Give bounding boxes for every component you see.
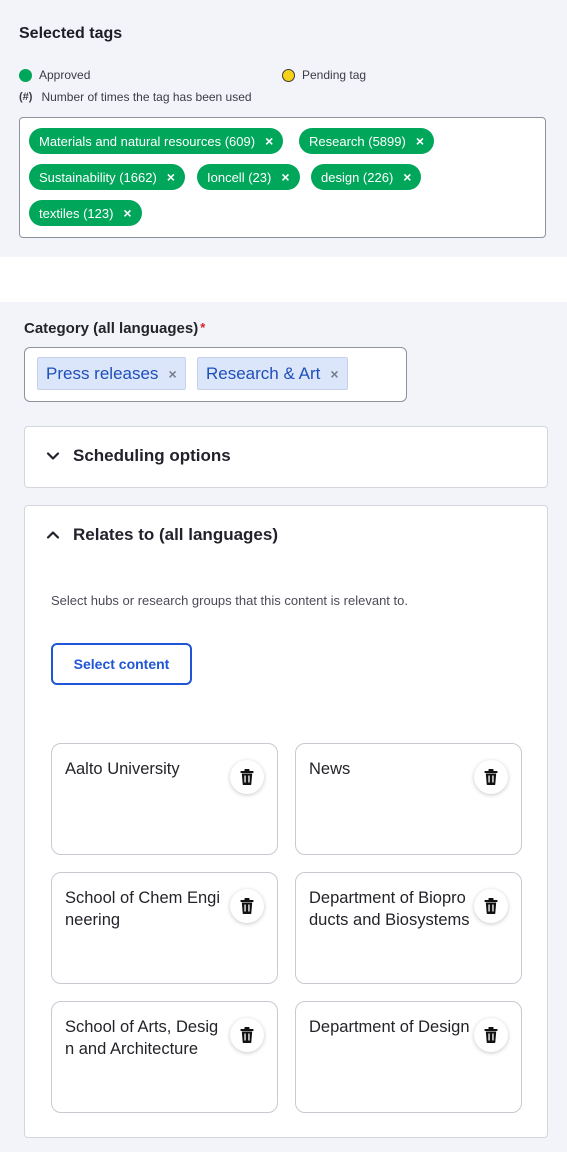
related-item-label: School of Arts, Design and Architecture — [65, 1018, 219, 1058]
close-icon[interactable]: × — [168, 366, 176, 382]
relates-to-section: Relates to (all languages) Select hubs o… — [24, 505, 548, 1138]
tag-chip: textiles (123) × — [29, 200, 142, 226]
close-icon[interactable]: × — [403, 170, 411, 184]
related-item-label: Department of Design — [309, 1018, 470, 1036]
selected-tags-title: Selected tags — [19, 25, 123, 42]
tag-label: Ioncell (23) — [207, 169, 272, 185]
selected-tags-box[interactable]: Materials and natural resources (609) × … — [19, 117, 546, 238]
select-content-button[interactable]: Select content — [51, 643, 192, 685]
tag-label: Research (5899) — [309, 133, 406, 149]
close-icon[interactable]: × — [330, 366, 338, 382]
related-item-label: Department of Bioproducts and Biosystems — [309, 889, 470, 929]
relates-to-title: Relates to (all languages) — [73, 525, 278, 544]
tag-label: textiles (123) — [39, 205, 114, 221]
trash-icon — [484, 769, 498, 785]
close-icon[interactable]: × — [123, 206, 131, 220]
category-chip: Research & Art × — [197, 357, 348, 390]
close-icon[interactable]: × — [167, 170, 175, 184]
scheduling-options-title: Scheduling options — [73, 446, 231, 465]
delete-button[interactable] — [474, 760, 508, 794]
tag-label: design (226) — [321, 169, 394, 185]
trash-icon — [240, 769, 254, 785]
category-label: Category (all languages) * — [24, 320, 205, 337]
relates-to-toggle[interactable]: Relates to (all languages) — [45, 525, 278, 545]
relates-description: Select hubs or research groups that this… — [51, 593, 408, 608]
delete-button[interactable] — [474, 1018, 508, 1052]
tag-label: Materials and natural resources (609) — [39, 133, 256, 149]
chevron-up-icon — [46, 531, 60, 539]
related-item-card: School of Arts, Design and Architecture — [51, 1001, 278, 1113]
delete-button[interactable] — [230, 1018, 264, 1052]
count-description: Number of times the tag has been used — [41, 90, 252, 104]
related-item-card: School of Chem Engineering — [51, 872, 278, 984]
yellow-dot-icon — [282, 68, 295, 82]
related-item-label: School of Chem Engineering — [65, 889, 221, 929]
trash-icon — [240, 1027, 254, 1043]
related-item-label: Aalto University — [65, 760, 180, 778]
tag-chip: Materials and natural resources (609) × — [29, 128, 284, 154]
legend-count: (#) Number of times the tag has been use… — [19, 90, 252, 104]
legend-pending: Pending tag — [282, 67, 366, 83]
category-label-text: Category (all languages) — [24, 320, 199, 337]
related-item-label: News — [309, 760, 351, 778]
category-chip-label: Research & Art — [206, 363, 321, 383]
delete-button[interactable] — [230, 889, 264, 923]
category-field[interactable]: Press releases × Research & Art × — [24, 347, 407, 402]
trash-icon — [484, 1027, 498, 1043]
trash-icon — [484, 898, 498, 914]
legend-approved-label: Approved — [39, 68, 91, 82]
related-item-card: Aalto University — [51, 743, 278, 855]
related-item-card: News — [295, 743, 522, 855]
delete-button[interactable] — [230, 760, 264, 794]
related-item-card: Department of Design — [295, 1001, 522, 1113]
scheduling-options-section: Scheduling options — [24, 426, 548, 488]
close-icon[interactable]: × — [265, 134, 273, 148]
green-dot-icon — [19, 68, 32, 82]
category-chip: Press releases × — [37, 357, 186, 390]
close-icon[interactable]: × — [281, 170, 289, 184]
tag-chip: Research (5899) × — [299, 128, 435, 154]
count-symbol: (#) — [19, 91, 33, 103]
close-icon[interactable]: × — [416, 134, 424, 148]
legend-pending-label: Pending tag — [302, 68, 367, 82]
tag-chip: design (226) × — [311, 164, 422, 190]
chevron-down-icon — [46, 452, 60, 460]
tag-chip: Sustainability (1662) × — [29, 164, 185, 190]
trash-icon — [240, 898, 254, 914]
scheduling-options-toggle[interactable]: Scheduling options — [45, 446, 231, 466]
legend-approved: Approved — [19, 67, 90, 83]
category-chip-label: Press releases — [46, 363, 159, 383]
selected-tags-panel: Selected tags Approved Pending tag (#) N… — [0, 0, 567, 257]
tag-chip: Ioncell (23) × — [197, 164, 300, 190]
delete-button[interactable] — [474, 889, 508, 923]
required-mark: * — [200, 320, 206, 335]
tag-label: Sustainability (1662) — [39, 169, 157, 185]
related-item-card: Department of Bioproducts and Biosystems — [295, 872, 522, 984]
